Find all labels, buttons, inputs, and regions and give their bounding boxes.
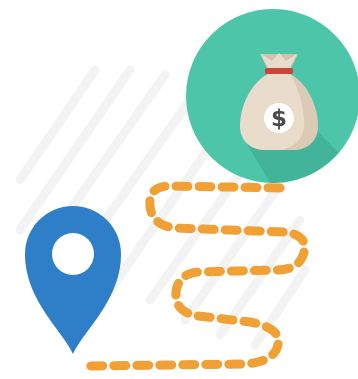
money-route-illustration: $ [15,9,358,371]
location-pin-icon [25,206,121,354]
dollar-symbol: $ [271,106,287,132]
